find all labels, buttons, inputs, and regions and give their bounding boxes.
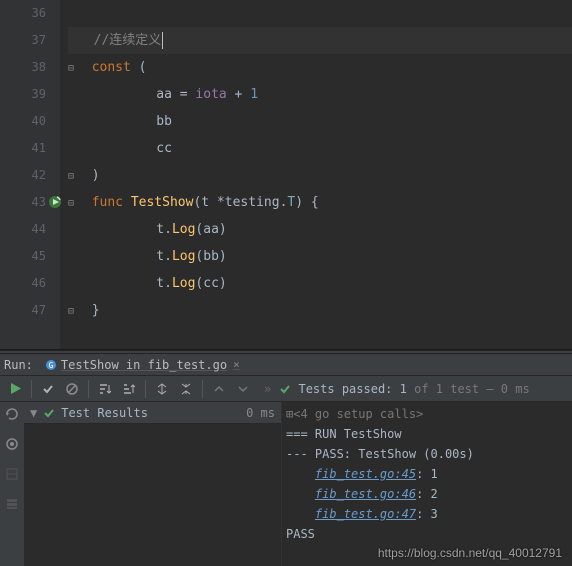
status-suffix: of 1 test – 0 ms [414,382,530,396]
expand-all-button[interactable] [151,378,173,400]
code-line[interactable] [68,0,572,27]
output-line: === RUN TestShow [286,424,568,444]
code-editor[interactable]: 363738394041424344454647 //连续定义⊟ const (… [0,0,572,350]
test-output[interactable]: ⊞<4 go setup calls> === RUN TestShow--- … [282,402,572,566]
line-number[interactable]: 40 [0,108,46,135]
output-line: PASS [286,524,568,544]
sort-button-1[interactable] [94,378,116,400]
toggle-auto-test-button[interactable] [4,436,20,452]
output-line: fib_test.go:46: 2 [286,484,568,504]
output-line: --- PASS: TestShow (0.00s) [286,444,568,464]
line-number[interactable]: 36 [0,0,46,27]
separator [202,380,203,398]
line-number[interactable]: 37 [0,27,46,54]
run-toolbar: » Tests passed: 1 of 1 test – 0 ms [0,376,572,402]
code-line[interactable]: cc [68,135,572,162]
line-number[interactable]: 46 [0,270,46,297]
chevron-down-icon[interactable]: ▼ [30,406,37,420]
code-line[interactable]: //连续定义 [68,27,572,54]
line-number[interactable]: 39 [0,81,46,108]
output-line: fib_test.go:45: 1 [286,464,568,484]
status-number: 1 [400,382,407,396]
results-header: ▼ Test Results 0 ms [24,402,281,424]
run-button[interactable] [4,378,26,400]
line-number[interactable]: 43 [0,189,46,216]
file-link[interactable]: fib_test.go:47 [315,507,416,521]
code-line[interactable]: bb [68,108,572,135]
run-label: Run: [4,358,33,372]
line-number[interactable]: 44 [0,216,46,243]
separator [88,380,89,398]
status-prefix: Tests passed: [298,382,392,396]
line-number[interactable]: 38 [0,54,46,81]
line-number[interactable]: 45 [0,243,46,270]
collapse-all-button[interactable] [175,378,197,400]
check-icon [43,407,55,419]
run-body: ▼ Test Results 0 ms ⊞<4 go setup calls> … [0,402,572,566]
results-label: Test Results [61,406,148,420]
prev-test-button[interactable] [208,378,230,400]
editor-code-area[interactable]: //连续定义⊟ const ( aa = iota + 1 bb cc⊟ )⊟ … [60,0,572,349]
next-test-button[interactable] [232,378,254,400]
svg-text:G: G [48,361,53,370]
check-icon [279,382,298,396]
separator [145,380,146,398]
code-line[interactable]: ⊟ ) [68,162,572,189]
code-line[interactable]: t.Log(cc) [68,270,572,297]
file-link[interactable]: fib_test.go:45 [315,467,416,481]
run-panel: Run: G TestShow in fib_test.go × [0,354,572,566]
line-number[interactable]: 41 [0,135,46,162]
editor-gutter: 363738394041424344454647 [0,0,60,349]
run-tab-label: TestShow in fib_test.go [61,358,227,372]
file-link[interactable]: fib_test.go:46 [315,487,416,501]
test-results-tree[interactable]: ▼ Test Results 0 ms [24,402,282,566]
output-line: fib_test.go:47: 3 [286,504,568,524]
results-time: 0 ms [246,406,275,420]
layout-button-1[interactable] [4,466,20,482]
test-status: Tests passed: 1 of 1 test – 0 ms [279,382,529,396]
go-icon: G [45,359,57,371]
setup-calls-line: <4 go setup calls> [293,407,423,421]
code-line[interactable]: t.Log(aa) [68,216,572,243]
run-header: Run: G TestShow in fib_test.go × [0,354,572,376]
separator [31,380,32,398]
code-line[interactable]: ⊟ } [68,297,572,324]
line-number[interactable]: 47 [0,297,46,324]
code-line[interactable]: ⊟ const ( [68,54,572,81]
code-line[interactable]: ⊟ func TestShow(t *testing.T) { [68,189,572,216]
run-side-tools [0,402,24,566]
show-passed-button[interactable] [37,378,59,400]
layout-button-2[interactable] [4,496,20,512]
run-config-tab[interactable]: G TestShow in fib_test.go × [39,356,246,374]
close-icon[interactable]: × [233,358,240,371]
code-line[interactable]: t.Log(bb) [68,243,572,270]
watermark: https://blog.csdn.net/qq_40012791 [378,546,562,560]
more-indicator[interactable]: » [264,382,271,396]
code-line[interactable]: aa = iota + 1 [68,81,572,108]
sort-button-2[interactable] [118,378,140,400]
show-ignored-button[interactable] [61,378,83,400]
line-number[interactable]: 42 [0,162,46,189]
rerun-failed-button[interactable] [4,406,20,422]
